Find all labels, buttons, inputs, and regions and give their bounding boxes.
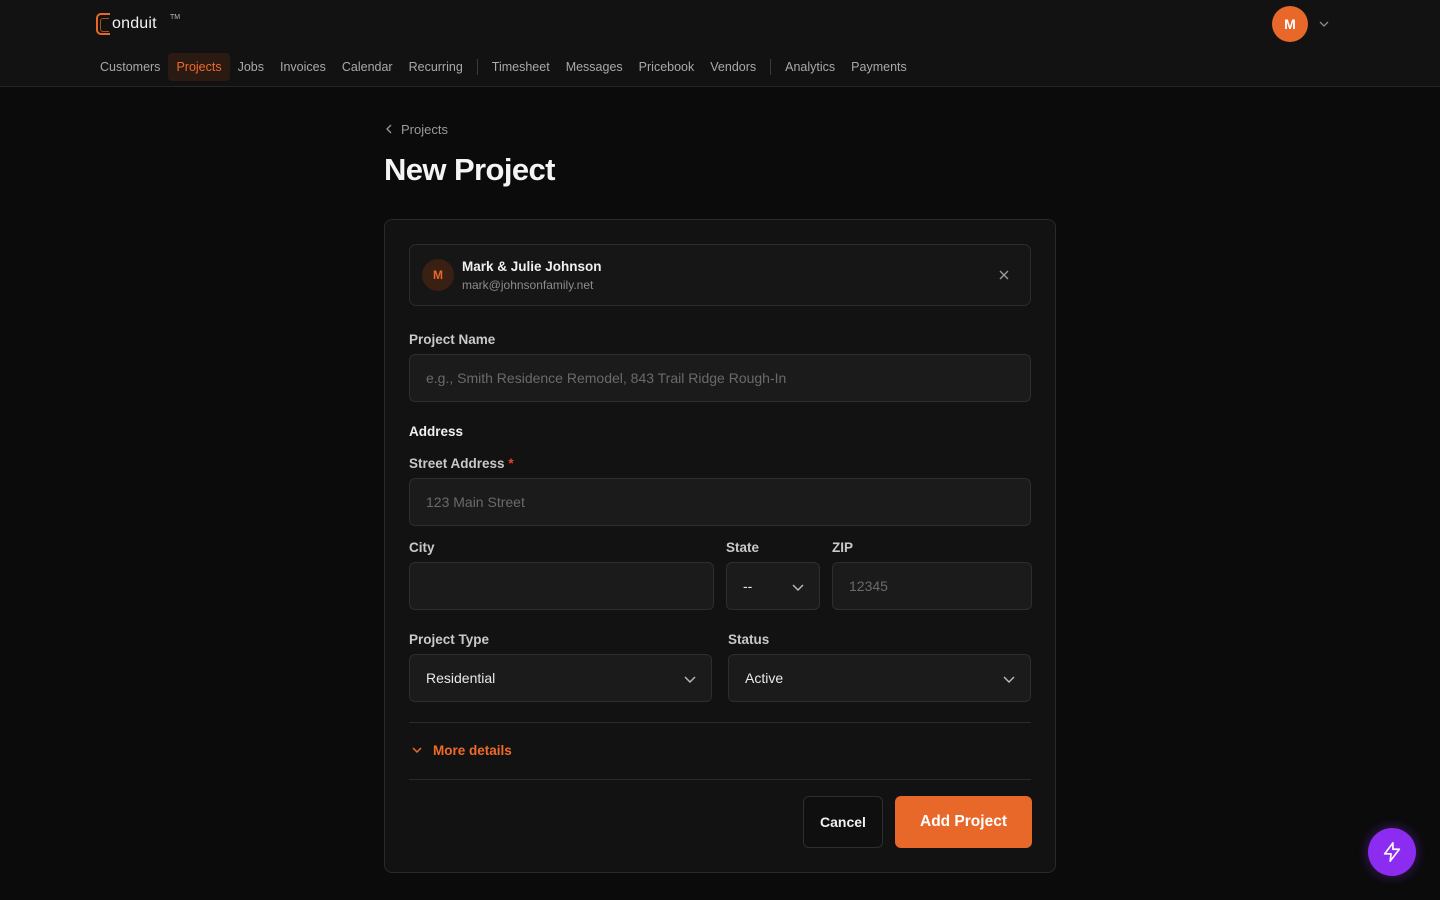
address-section-title: Address (409, 424, 464, 439)
nav-item-recurring[interactable]: Recurring (401, 53, 471, 81)
customer-avatar: M (422, 259, 454, 291)
more-details-label: More details (433, 742, 512, 758)
chevron-down-icon (1003, 676, 1015, 683)
city-input[interactable] (409, 562, 714, 610)
project-name-label: Project Name (409, 332, 496, 347)
brand-name: onduit (112, 15, 157, 32)
chevron-left-icon (386, 124, 392, 134)
chevron-down-icon[interactable] (1318, 18, 1330, 30)
nav-item-timesheet[interactable]: Timesheet (484, 53, 558, 81)
nav-item-invoices[interactable]: Invoices (272, 53, 334, 81)
brand-logo[interactable]: onduit TM (96, 12, 180, 36)
nav-item-pricebook[interactable]: Pricebook (631, 53, 703, 81)
required-marker: * (508, 456, 514, 471)
chevron-down-icon (684, 676, 696, 683)
street-address-label-text: Street Address (409, 456, 505, 471)
project-type-value: Residential (426, 670, 496, 686)
street-address-label: Street Address * (409, 456, 514, 471)
nav-item-projects[interactable]: Projects (168, 53, 230, 81)
divider (409, 779, 1031, 780)
street-address-placeholder: 123 Main Street (426, 494, 525, 510)
nav-item-vendors[interactable]: Vendors (702, 53, 764, 81)
nav-item-messages[interactable]: Messages (558, 53, 631, 81)
customer-email: mark@johnsonfamily.net (462, 278, 594, 292)
lightning-icon (1383, 842, 1401, 862)
logo-mark-icon (96, 13, 110, 35)
nav-item-calendar[interactable]: Calendar (334, 53, 401, 81)
page-title: New Project (384, 152, 555, 187)
zip-input[interactable]: 12345 (832, 562, 1032, 610)
breadcrumb-label: Projects (401, 121, 448, 137)
nav-item-analytics[interactable]: Analytics (777, 53, 843, 81)
nav-item-jobs[interactable]: Jobs (230, 53, 272, 81)
nav-item-customers[interactable]: Customers (92, 53, 168, 81)
status-select[interactable]: Active (728, 654, 1031, 702)
state-label: State (726, 540, 760, 555)
main-nav: Customers Projects Jobs Invoices Calenda… (92, 52, 915, 82)
close-icon[interactable] (996, 267, 1012, 283)
selected-customer: M Mark & Julie Johnson mark@johnsonfamil… (409, 244, 1031, 306)
nav-divider (476, 59, 478, 75)
project-name-input[interactable]: e.g., Smith Residence Remodel, 843 Trail… (409, 354, 1031, 402)
more-details-toggle[interactable]: More details (411, 740, 512, 760)
status-label: Status (728, 632, 770, 647)
nav-divider (770, 59, 772, 75)
cancel-button[interactable]: Cancel (803, 796, 883, 848)
project-type-select[interactable]: Residential (409, 654, 712, 702)
customer-name: Mark & Julie Johnson (462, 259, 602, 274)
city-label: City (409, 540, 435, 555)
state-value: -- (743, 578, 753, 594)
breadcrumb[interactable]: Projects (385, 120, 448, 138)
trademark: TM (170, 14, 181, 21)
add-project-button[interactable]: Add Project (895, 796, 1032, 848)
quick-action-button[interactable] (1368, 828, 1416, 876)
zip-placeholder: 12345 (849, 578, 888, 594)
state-select[interactable]: -- (726, 562, 820, 610)
status-value: Active (745, 670, 784, 686)
zip-label: ZIP (832, 540, 854, 555)
new-project-form: M Mark & Julie Johnson mark@johnsonfamil… (384, 219, 1056, 873)
project-type-label: Project Type (409, 632, 490, 647)
chevron-down-icon (412, 747, 422, 754)
user-avatar[interactable]: M (1272, 6, 1308, 42)
street-address-input[interactable]: 123 Main Street (409, 478, 1031, 526)
nav-item-payments[interactable]: Payments (843, 53, 915, 81)
divider (409, 722, 1031, 723)
top-bar: onduit TM M Customers Projects Jobs Invo… (0, 0, 1440, 87)
project-name-placeholder: e.g., Smith Residence Remodel, 843 Trail… (426, 370, 787, 386)
chevron-down-icon (792, 584, 804, 591)
